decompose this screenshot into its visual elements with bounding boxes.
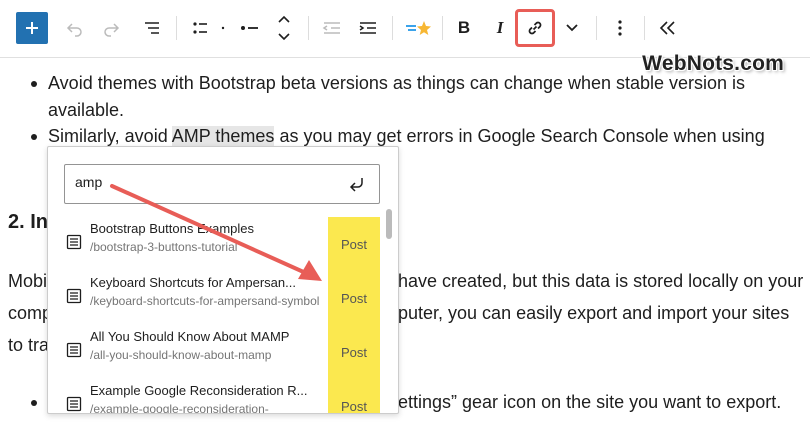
paragraph-text: Mobi <box>8 271 48 291</box>
suggestion-item[interactable]: All You Should Know About MAMP /all-you-… <box>58 325 383 379</box>
indent-button[interactable] <box>352 12 384 44</box>
indent-icon <box>359 22 376 34</box>
suggestion-item[interactable]: Keyboard Shortcuts for Ampersan... /keyb… <box>58 271 383 325</box>
undo-icon <box>66 23 82 37</box>
suggestion-url: /keyboard-shortcuts-for-ampersand-symbol <box>90 294 320 308</box>
undo-button[interactable] <box>58 12 90 44</box>
suggestion-title: Keyboard Shortcuts for Ampersan... <box>90 275 296 290</box>
paragraph-line: Mobi <box>8 268 47 295</box>
paragraph-text: puter, you can easily export and import … <box>398 303 790 323</box>
redo-button[interactable] <box>96 12 128 44</box>
link-button[interactable] <box>515 9 555 47</box>
suggestion-title: Bootstrap Buttons Examples <box>90 221 255 236</box>
unordered-list-icon <box>193 22 225 34</box>
paragraph-text: ettings” gear icon on the site you want … <box>398 392 782 412</box>
post-icon <box>66 234 82 250</box>
suggestion-type: Post <box>328 325 380 379</box>
list-item[interactable]: Avoid themes with Bootstrap beta version… <box>31 70 746 97</box>
link-popover: Bootstrap Buttons Examples /bootstrap-3-… <box>47 146 399 414</box>
double-chevron-left-icon <box>659 21 675 35</box>
bullet-text: as you may get errors in Google Search C… <box>274 126 765 146</box>
suggestion-item[interactable]: Example Google Reconsideration R... /exa… <box>58 379 383 414</box>
list-block-type-button[interactable] <box>186 12 230 44</box>
ai-assist-button[interactable] <box>400 12 436 44</box>
list-item-continuation: available. <box>48 97 124 124</box>
paragraph-line: ettings” gear icon on the site you want … <box>398 389 781 416</box>
suggestion-url: /bootstrap-3-buttons-tutorial <box>90 240 238 254</box>
link-icon <box>528 21 542 35</box>
chevron-up-down-icon <box>278 15 290 41</box>
selected-text[interactable]: AMP themes <box>171 126 275 146</box>
bullet-list-icon <box>241 26 258 30</box>
suggestion-url: /example-google-reconsideration- <box>90 402 269 414</box>
suggestion-type: Post <box>328 217 380 271</box>
paragraph-line: comp <box>8 300 52 327</box>
add-block-button[interactable] <box>16 12 48 44</box>
suggestion-type: Post <box>328 271 380 325</box>
bullet-text: Avoid themes with Bootstrap beta version… <box>48 73 746 93</box>
suggestion-url: /all-you-should-know-about-mamp <box>90 348 272 362</box>
toolbar-divider <box>442 16 443 40</box>
block-toolbar: B I <box>0 0 810 58</box>
suggestion-title: Example Google Reconsideration R... <box>90 383 308 398</box>
list-view-icon <box>145 22 159 34</box>
more-formatting-button[interactable] <box>558 12 586 44</box>
post-icon <box>66 288 82 304</box>
enter-icon[interactable] <box>347 175 367 195</box>
suggestion-title: All You Should Know About MAMP <box>90 329 290 344</box>
bullet-dot <box>31 400 37 406</box>
bullet-text: available. <box>48 100 125 120</box>
document-overview-button[interactable] <box>136 12 168 44</box>
toolbar-divider <box>596 16 597 40</box>
paragraph-line: to tra <box>8 332 49 359</box>
paragraph-line: have created, but this data is stored lo… <box>398 268 803 295</box>
paragraph-line: puter, you can easily export and import … <box>398 300 789 327</box>
toolbar-divider <box>308 16 309 40</box>
bullet-dot <box>31 134 37 140</box>
suggestion-type: Post <box>328 379 380 413</box>
link-search-input[interactable] <box>75 174 335 190</box>
paragraph-text: to tra <box>8 335 50 355</box>
paragraph-text: have created, but this data is stored lo… <box>398 271 804 291</box>
outdent-button[interactable] <box>316 12 348 44</box>
list-style-button[interactable] <box>234 12 266 44</box>
bold-button[interactable]: B <box>450 12 478 44</box>
plus-icon <box>26 22 38 34</box>
outdent-icon <box>322 22 340 34</box>
redo-icon <box>104 23 120 37</box>
move-up-down-button[interactable] <box>270 12 298 44</box>
toolbar-divider <box>392 16 393 40</box>
bullet-dot <box>31 81 37 87</box>
toolbar-divider <box>176 16 177 40</box>
chevron-down-icon <box>566 24 578 32</box>
italic-button[interactable]: I <box>486 12 514 44</box>
suggestions-scrollbar[interactable] <box>386 209 392 239</box>
bullet-text: Similarly, avoid <box>48 126 172 146</box>
section-heading: 2. In <box>8 211 49 233</box>
toolbar-divider <box>644 16 645 40</box>
sparkle-star-icon <box>406 21 431 35</box>
link-search-field[interactable] <box>64 164 380 204</box>
post-icon <box>66 396 82 412</box>
post-icon <box>66 342 82 358</box>
options-button[interactable] <box>606 12 634 44</box>
collapse-toolbar-button[interactable] <box>652 12 684 44</box>
paragraph-text: comp <box>8 303 53 323</box>
link-suggestions-list: Bootstrap Buttons Examples /bootstrap-3-… <box>48 217 398 413</box>
suggestion-item[interactable]: Bootstrap Buttons Examples /bootstrap-3-… <box>58 217 383 271</box>
more-vertical-icon <box>618 20 622 36</box>
